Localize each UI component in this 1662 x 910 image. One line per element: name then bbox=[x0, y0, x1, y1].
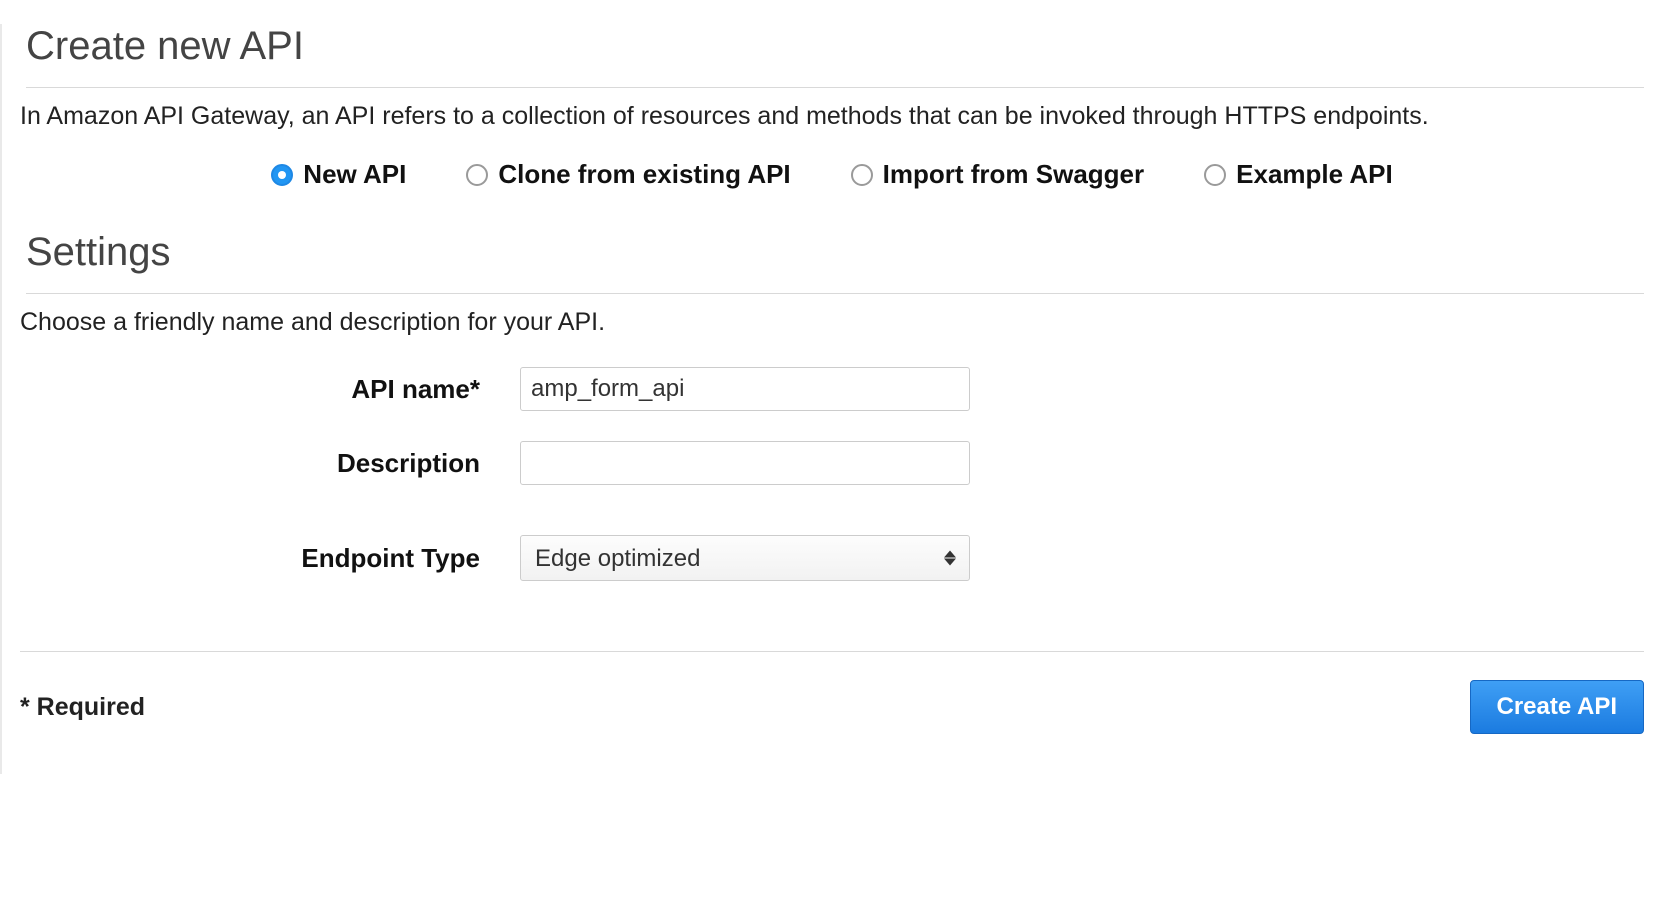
settings-title: Settings bbox=[26, 230, 1644, 294]
radio-example-api[interactable]: Example API bbox=[1204, 159, 1393, 190]
settings-form: API name* Description Endpoint Type Edge… bbox=[20, 367, 1644, 581]
footer: * Required Create API bbox=[20, 651, 1644, 734]
radio-clone-api-label: Clone from existing API bbox=[498, 159, 790, 190]
create-api-button[interactable]: Create API bbox=[1470, 680, 1645, 734]
radio-new-api-label: New API bbox=[303, 159, 406, 190]
settings-description: Choose a friendly name and description f… bbox=[20, 308, 1644, 337]
radio-unselected-icon bbox=[1204, 164, 1226, 186]
radio-new-api[interactable]: New API bbox=[271, 159, 406, 190]
radio-selected-icon bbox=[271, 164, 293, 186]
radio-example-api-label: Example API bbox=[1236, 159, 1393, 190]
page-title: Create new API bbox=[26, 24, 1644, 88]
radio-import-swagger[interactable]: Import from Swagger bbox=[851, 159, 1144, 190]
radio-unselected-icon bbox=[851, 164, 873, 186]
radio-clone-api[interactable]: Clone from existing API bbox=[466, 159, 790, 190]
required-note: * Required bbox=[20, 693, 145, 722]
api-name-input[interactable] bbox=[520, 367, 970, 411]
radio-unselected-icon bbox=[466, 164, 488, 186]
creation-mode-radio-group: New API Clone from existing API Import f… bbox=[20, 159, 1644, 190]
api-name-label: API name* bbox=[20, 374, 520, 405]
description-input[interactable] bbox=[520, 441, 970, 485]
description-label: Description bbox=[20, 448, 520, 479]
endpoint-type-select[interactable]: Edge optimized bbox=[520, 535, 970, 581]
radio-import-swagger-label: Import from Swagger bbox=[883, 159, 1144, 190]
page-description: In Amazon API Gateway, an API refers to … bbox=[20, 102, 1644, 131]
endpoint-type-label: Endpoint Type bbox=[20, 543, 520, 574]
